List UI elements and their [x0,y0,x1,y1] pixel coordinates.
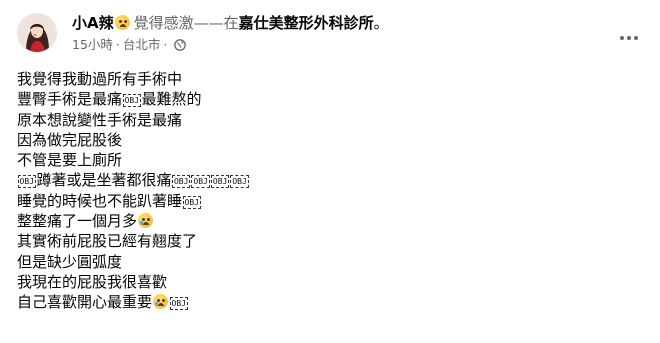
post-line: 我覺得我動過所有手術中 [17,69,249,89]
missing-emoji-glyph: OBJ [17,175,36,189]
avatar-photo [18,14,56,52]
post-line-text: 蹲著或是坐著都很痛 [36,171,172,190]
feeling-text: 覺得感激——在 [133,14,239,32]
post-line: 豐臀手術是最痛 OBJ 最難熬的 [17,89,249,109]
post-line-text: 不管是要上廁所 [17,151,123,170]
missing-emoji-glyph: OBJ [169,297,188,311]
post-line-text: 豐臀手術是最痛 [17,90,123,109]
missing-emoji-glyph: OBJ [191,175,210,189]
post-line: 我現在的屁股我很喜歡 [17,272,249,292]
facebook-post: 小A辣 覺得感激——在嘉仕美整形外科診所。 15小時 · 台北市 · 我覺得我動過所有手… [0,0,660,343]
place-suffix: 。 [373,14,389,32]
missing-emoji-glyph: OBJ [122,94,141,108]
post-line-text: 原本想說變性手術是最痛 [17,110,183,129]
missing-emoji-glyph: OBJ [182,195,201,209]
post-line: 因為做完屁股後 [17,130,249,150]
more-options-button[interactable] [615,24,643,52]
post-line-text: 我現在的屁股我很喜歡 [17,272,168,291]
post-line-text: 但是缺少圓弧度 [17,252,123,271]
post-meta: 15小時 · 台北市 · [72,36,187,56]
missing-emoji-glyph: OBJ [210,175,230,189]
more-horizontal-icon [620,36,638,40]
post-line: 睡覺的時候也不能趴著睡 OBJ [17,191,249,211]
globe-icon[interactable] [174,38,187,56]
post-line: 原本想說變性手術是最痛 [17,110,249,130]
meta-separator: · [115,37,120,52]
post-line: 自己喜歡開心最重要 OBJ [17,292,249,312]
grateful-emoji-icon [114,15,130,30]
post-line-text: 最難熬的 [141,90,202,109]
place-link[interactable]: 嘉仕美整形外科診所 [239,14,374,32]
post-timestamp-link[interactable]: 15小時 [72,37,113,52]
post-message: 我覺得我動過所有手術中 豐臀手術是最痛 OBJ 最難熬的 原本想說變性手術是最痛 因… [17,69,249,313]
missing-emoji-glyph: OBJ [171,175,191,189]
post-line: 整整痛了一個月多 [17,211,249,231]
post-line-text: 自己喜歡開心最重要 [17,293,153,312]
post-line: 其實術前屁股已經有翹度了 [17,231,249,251]
post-line-text: 因為做完屁股後 [17,130,123,149]
post-line: OBJ 蹲著或是坐著都很痛 OBJ OBJ OBJ OBJ [17,170,249,190]
post-line-text: 其實術前屁股已經有翹度了 [17,232,198,251]
post-line: 但是缺少圓弧度 [17,252,249,272]
missing-emoji-glyph: OBJ [230,175,249,189]
post-line-text: 整整痛了一個月多 [17,212,138,231]
post-line-text: 睡覺的時候也不能趴著睡 [17,191,183,210]
location-link[interactable]: 台北市 [123,37,161,52]
author-avatar[interactable] [17,13,57,53]
post-line-text: 我覺得我動過所有手術中 [17,70,183,88]
post-header-line: 小A辣 覺得感激——在嘉仕美整形外科診所。 [72,13,389,33]
author-name-link[interactable]: 小A辣 [72,14,114,32]
meta-separator: · [163,37,168,52]
crying-emoji-icon [138,213,154,229]
post-line: 不管是要上廁所 [17,150,249,170]
crying-emoji-icon [153,294,169,310]
